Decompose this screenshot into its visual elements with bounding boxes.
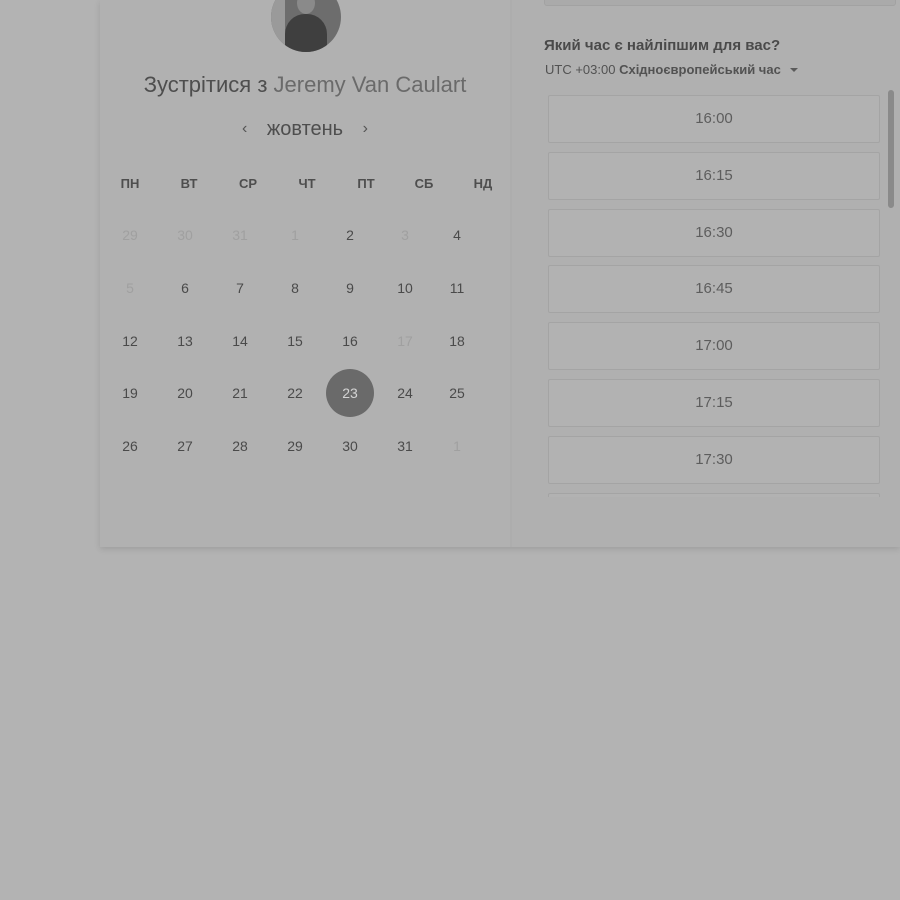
calendar-day: 5 — [126, 280, 134, 296]
calendar-panel: Зустрітися з Jeremy Van Caulart ‹ жовтен… — [100, 0, 510, 547]
time-slot-list[interactable]: 16:00 16:15 16:30 16:45 17:00 17:15 17:30 — [548, 95, 882, 497]
calendar-day: 30 — [177, 227, 193, 243]
calendar-day-selected[interactable]: 23 — [326, 369, 374, 417]
chevron-right-icon[interactable]: › — [349, 120, 382, 138]
calendar-day[interactable]: 4 — [433, 211, 481, 259]
calendar-day[interactable]: 16 — [326, 317, 374, 365]
calendar-day[interactable]: 25 — [433, 369, 481, 417]
calendar-day[interactable]: 14 — [216, 317, 264, 365]
weekday-label: ЧТ — [298, 176, 316, 191]
panel-divider — [510, 0, 512, 547]
calendar-day[interactable]: 2 — [326, 211, 374, 259]
weekday-label: ПТ — [357, 176, 375, 191]
timezone-name: Східноєвропейський час — [619, 62, 781, 77]
calendar-day[interactable]: 8 — [271, 264, 319, 312]
calendar-day[interactable]: 31 — [381, 422, 429, 470]
time-question: Який час є найліпшим для вас? — [544, 37, 781, 54]
calendar-day[interactable]: 27 — [161, 422, 209, 470]
calendar-day: 3 — [401, 227, 409, 243]
month-navigation: ‹ жовтень › — [100, 118, 510, 141]
booking-widget: Зустрітися з Jeremy Van Caulart ‹ жовтен… — [100, 0, 900, 547]
calendar-day: 17 — [397, 333, 413, 349]
timezone-offset: UTC +03:00 — [545, 62, 616, 77]
calendar-day[interactable]: 28 — [216, 422, 264, 470]
calendar-day: 31 — [232, 227, 248, 243]
calendar-day[interactable]: 12 — [106, 317, 154, 365]
weekday-label: НД — [473, 176, 493, 191]
calendar-day[interactable]: 13 — [161, 317, 209, 365]
calendar-day: 1 — [291, 227, 299, 243]
time-slot[interactable]: 16:30 — [548, 208, 880, 257]
month-label: жовтень — [266, 118, 344, 140]
calendar-day[interactable]: 10 — [381, 264, 429, 312]
calendar-day[interactable]: 30 — [326, 422, 374, 470]
calendar-day[interactable]: 24 — [381, 369, 429, 417]
calendar-day: 29 — [122, 227, 138, 243]
time-slot[interactable]: 16:00 — [548, 95, 880, 143]
calendar-day[interactable]: 20 — [161, 369, 209, 417]
time-slot[interactable] — [548, 492, 880, 497]
calendar-day[interactable]: 7 — [216, 264, 264, 312]
chevron-left-icon[interactable]: ‹ — [228, 120, 261, 138]
weekday-label: ВТ — [180, 176, 198, 191]
calendar-day[interactable]: 21 — [216, 369, 264, 417]
host-name: Jeremy Van Caulart — [273, 72, 467, 97]
header-bar — [544, 0, 896, 6]
host-avatar — [271, 0, 341, 52]
time-slot[interactable]: 16:15 — [548, 151, 880, 200]
calendar-day[interactable]: 9 — [326, 264, 374, 312]
weekday-label: ПН — [120, 176, 140, 191]
time-slot[interactable]: 17:30 — [548, 435, 880, 484]
time-slot[interactable]: 16:45 — [548, 265, 880, 314]
calendar-day[interactable]: 19 — [106, 369, 154, 417]
meeting-title-prefix: Зустрітися з — [143, 72, 268, 97]
timezone-selector[interactable]: UTC +03:00 Східноєвропейський час — [545, 62, 799, 77]
time-slot[interactable]: 17:00 — [548, 322, 880, 371]
calendar-day[interactable]: 11 — [433, 264, 481, 312]
time-slot-scrollbar[interactable] — [888, 90, 894, 208]
weekday-label: СР — [238, 176, 258, 191]
weekday-label: СБ — [414, 176, 434, 191]
calendar-day: 1 — [453, 438, 461, 454]
calendar-day[interactable]: 26 — [106, 422, 154, 470]
calendar-day[interactable]: 22 — [271, 369, 319, 417]
time-slot[interactable]: 17:15 — [548, 379, 880, 427]
caret-down-icon — [790, 68, 799, 72]
calendar-day[interactable]: 29 — [271, 422, 319, 470]
calendar-day[interactable]: 18 — [433, 317, 481, 365]
meeting-title: Зустрітися з Jeremy Van Caulart — [100, 72, 510, 98]
calendar-day[interactable]: 6 — [161, 264, 209, 312]
calendar-day[interactable]: 15 — [271, 317, 319, 365]
